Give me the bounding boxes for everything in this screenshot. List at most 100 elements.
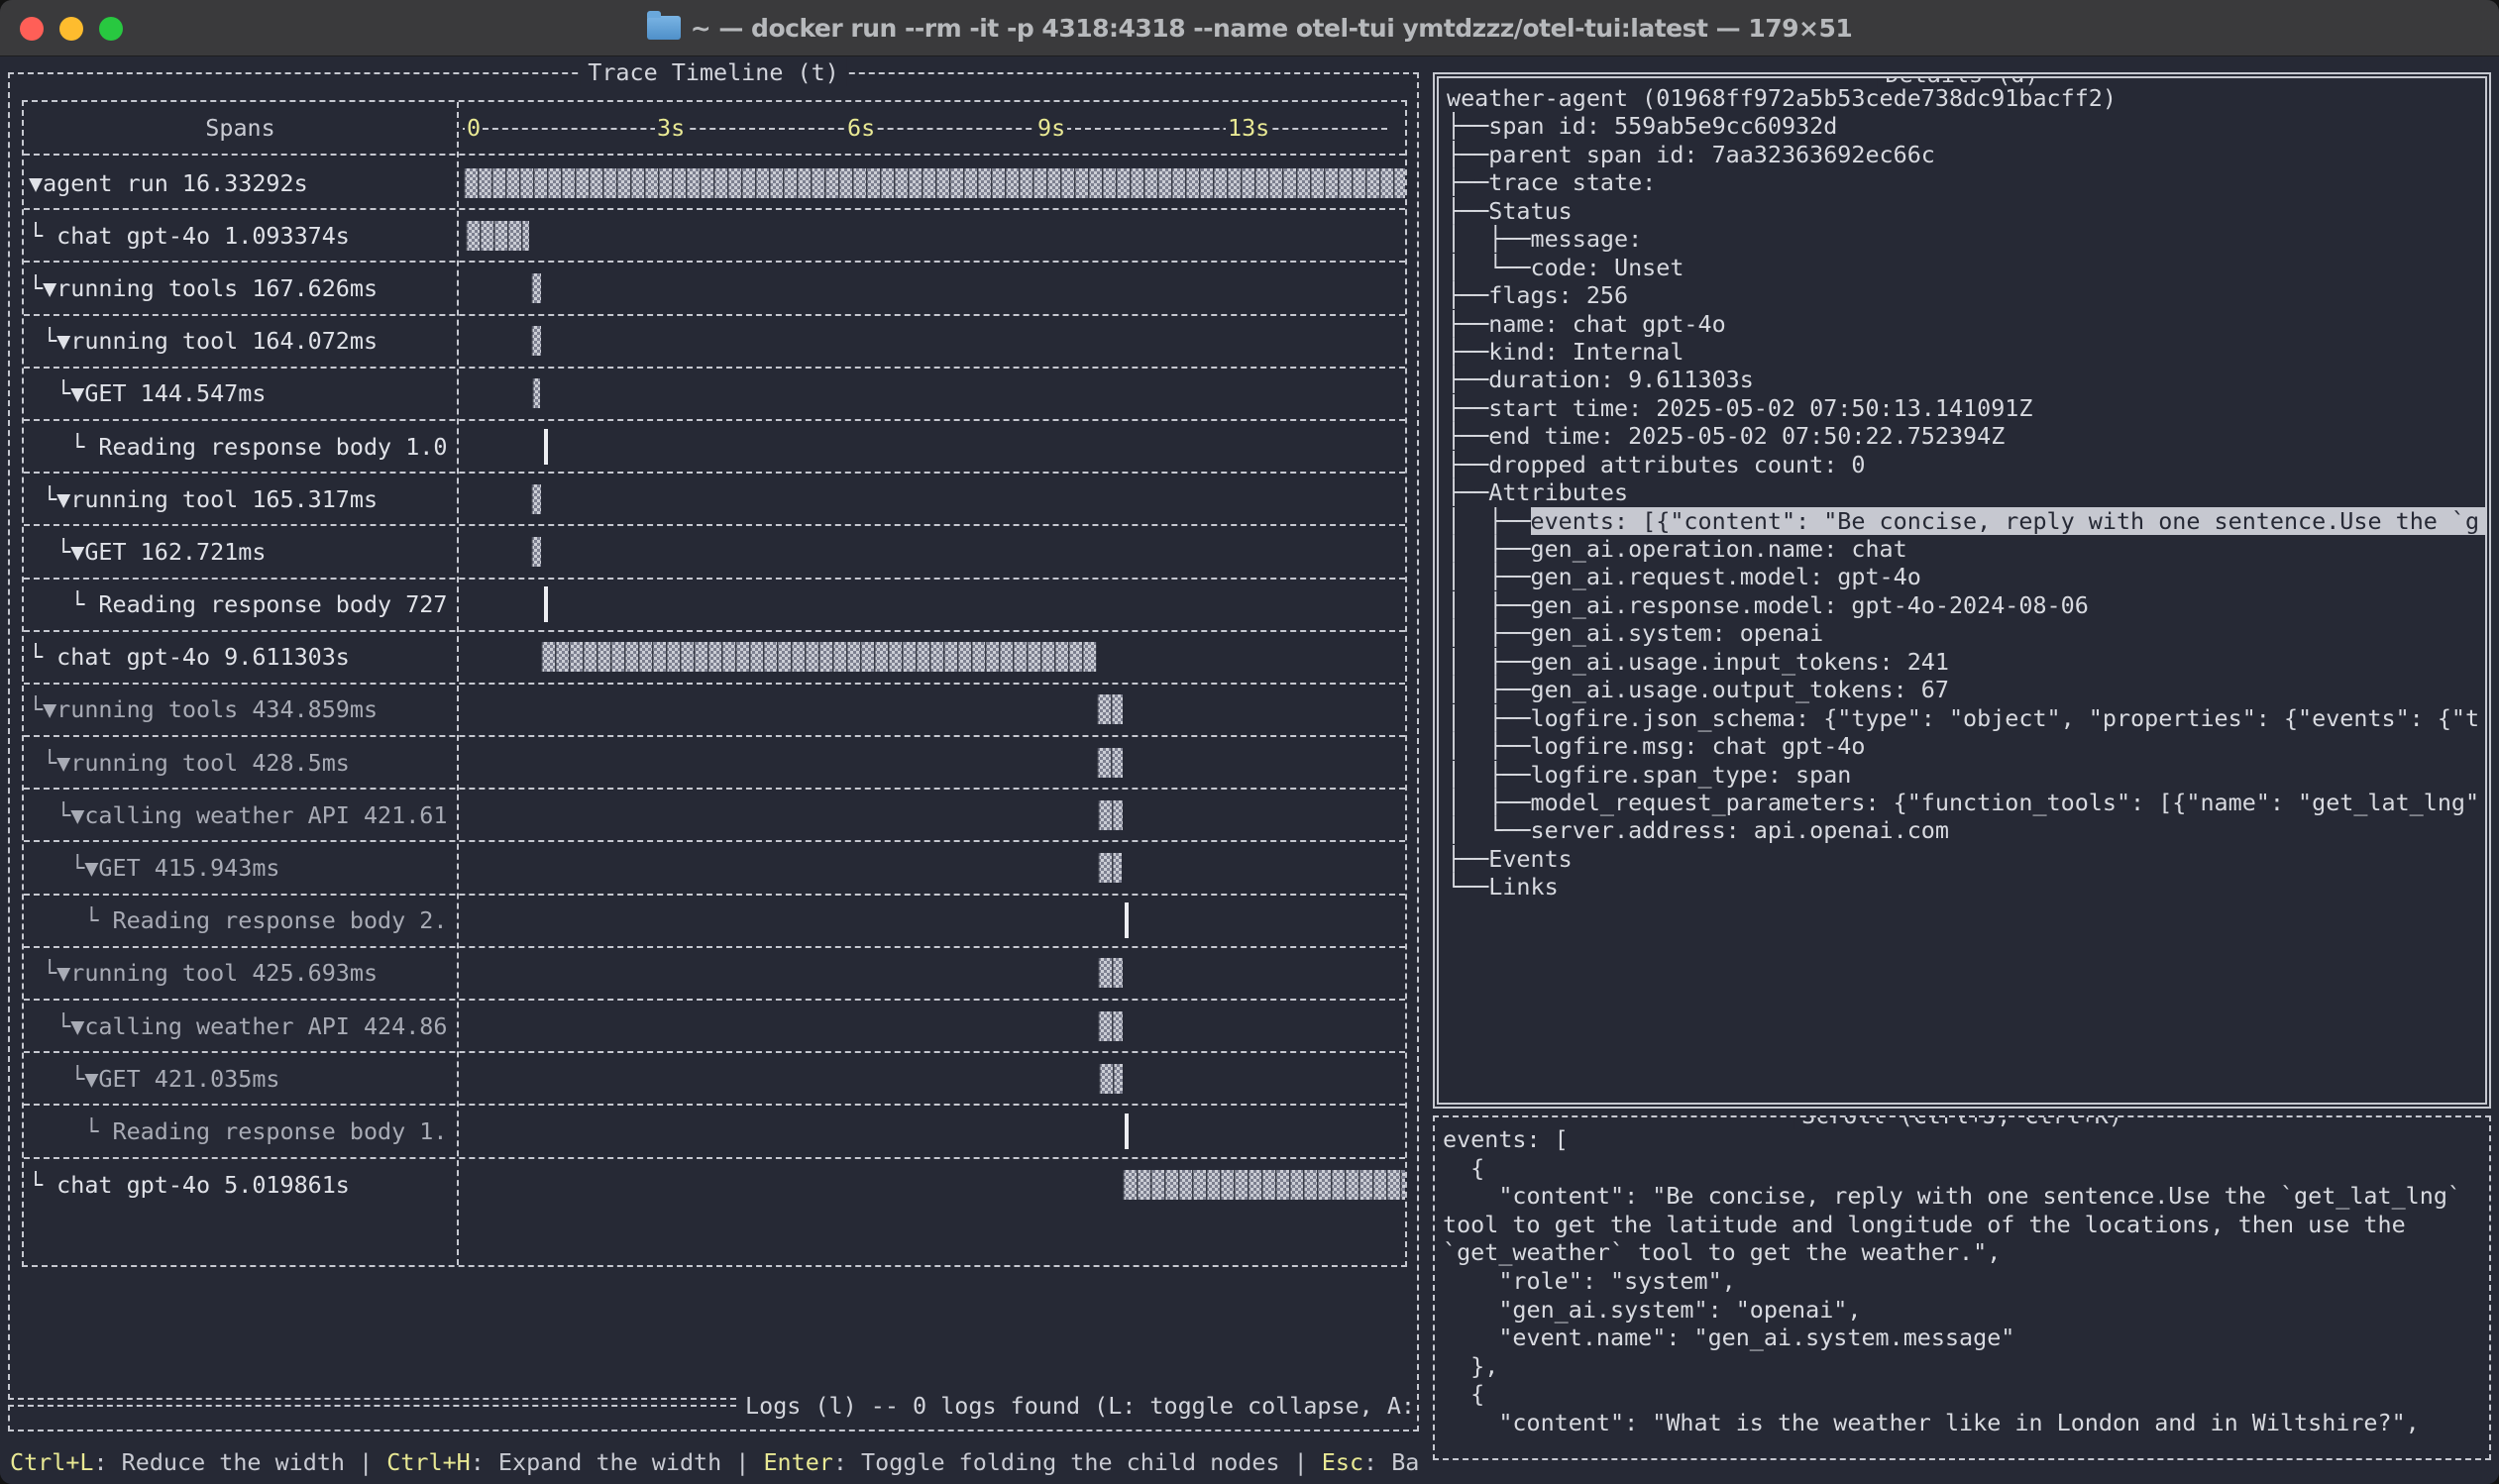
span-row[interactable]: └▼GET 144.547ms xyxy=(24,369,1405,421)
window-titlebar[interactable]: ~ — docker run --rm -it -p 4318:4318 --n… xyxy=(0,0,2499,56)
detail-line[interactable]: │ ├──gen_ai.usage.input_tokens: 241 xyxy=(1447,648,2485,676)
detail-line[interactable]: │ ├──gen_ai.operation.name: chat xyxy=(1447,535,2485,563)
span-label: └▼GET 421.035ms xyxy=(24,1065,457,1093)
span-duration-bar xyxy=(1097,694,1122,724)
detail-line[interactable]: ├──name: chat gpt-4o xyxy=(1447,310,2485,338)
keybinding-key: Enter xyxy=(763,1448,832,1476)
detail-line[interactable]: │ ├──gen_ai.request.model: gpt-4o xyxy=(1447,563,2485,590)
tree-branch-glyph: │ ├── xyxy=(1447,507,1531,535)
detail-line[interactable]: │ ├──gen_ai.response.model: gpt-4o-2024-… xyxy=(1447,591,2485,619)
zoom-button[interactable] xyxy=(99,17,123,41)
terminal-content: Trace Timeline (t) Spans 03s6s9s13s ▼age… xyxy=(0,56,2499,1484)
axis-tick-3s: 3s xyxy=(655,114,687,142)
traffic-lights xyxy=(20,0,123,56)
span-row[interactable]: └▼running tool 164.072ms xyxy=(24,316,1405,369)
detail-line[interactable]: ├──start time: 2025-05-02 07:50:13.14109… xyxy=(1447,394,2485,422)
detail-line[interactable]: ├──parent span id: 7aa32363692ec66c xyxy=(1447,141,2485,168)
details-panel[interactable]: Details (d) weather-agent (01968ff972a5b… xyxy=(1433,72,2491,1109)
span-label: └ Reading response body 2. xyxy=(24,906,457,934)
detail-line[interactable]: │ ├──model_request_parameters: {"functio… xyxy=(1447,789,2485,816)
span-label: └ chat gpt-4o 5.019861s xyxy=(24,1171,457,1199)
detail-line[interactable]: │ ├──logfire.json_schema: {"type": "obje… xyxy=(1447,704,2485,732)
detail-line[interactable]: ├──span id: 559ab5e9cc60932d xyxy=(1447,112,2485,140)
close-button[interactable] xyxy=(20,17,44,41)
span-duration-bar xyxy=(541,642,1097,672)
span-row[interactable]: └ chat gpt-4o 9.611303s xyxy=(24,632,1405,685)
detail-line[interactable]: ├──Attributes xyxy=(1447,478,2485,506)
minimize-button[interactable] xyxy=(59,17,83,41)
span-row[interactable]: ▼agent run 16.33292s xyxy=(24,158,1405,210)
span-row[interactable]: └▼running tools 167.626ms xyxy=(24,263,1405,315)
json-line: "gen_ai.system": "openai", xyxy=(1443,1296,2485,1325)
span-row[interactable]: └▼calling weather API 421.61 xyxy=(24,790,1405,842)
span-row[interactable]: └▼calling weather API 424.86 xyxy=(24,1001,1405,1053)
detail-line[interactable]: ├──trace state: xyxy=(1447,168,2485,196)
span-row[interactable]: └▼GET 162.721ms xyxy=(24,526,1405,579)
scroll-panel[interactable]: Scroll (Ctrl+J, Ctrl+K) events: [ { "con… xyxy=(1433,1115,2491,1460)
detail-line[interactable]: │ └──server.address: api.openai.com xyxy=(1447,816,2485,844)
detail-line[interactable]: │ └──code: Unset xyxy=(1447,254,2485,281)
keybinding-description: : Expand the width | xyxy=(471,1448,764,1476)
span-duration-bar xyxy=(531,273,541,303)
detail-line[interactable]: ├──duration: 9.611303s xyxy=(1447,366,2485,393)
span-label: └▼GET 415.943ms xyxy=(24,854,457,882)
spans-column-header: Spans xyxy=(24,102,457,154)
span-label: └ Reading response body 1.0 xyxy=(24,433,457,461)
json-line: "role": "system", xyxy=(1443,1267,2485,1296)
detail-line[interactable]: weather-agent (01968ff972a5b53cede738dc9… xyxy=(1447,84,2485,112)
detail-line[interactable]: └──Links xyxy=(1447,873,2485,901)
axis-tick-6s: 6s xyxy=(845,114,877,142)
json-line: "content": "What is the weather like in … xyxy=(1443,1409,2485,1437)
span-label: └▼calling weather API 421.61 xyxy=(24,801,457,829)
span-row[interactable]: └▼GET 421.035ms xyxy=(24,1053,1405,1106)
span-duration-bar xyxy=(1099,1064,1124,1094)
axis-tick-0: 0 xyxy=(465,114,483,142)
span-rows: ▼agent run 16.33292s └ chat gpt-4o 1.0933… xyxy=(24,158,1405,1212)
detail-line-selected[interactable]: │ ├──events: [{"content": "Be concise, r… xyxy=(1447,507,2485,535)
span-row[interactable]: └▼GET 415.943ms xyxy=(24,842,1405,895)
folder-icon xyxy=(647,16,681,40)
detail-line[interactable]: ├──Events xyxy=(1447,845,2485,873)
keybinding-description: : Toggle folding the child nodes | xyxy=(833,1448,1322,1476)
trace-timeline-title: Trace Timeline (t) xyxy=(580,58,846,86)
detail-line[interactable]: ├──flags: 256 xyxy=(1447,281,2485,309)
detail-line[interactable]: │ ├──gen_ai.usage.output_tokens: 67 xyxy=(1447,676,2485,703)
span-duration-bar xyxy=(1098,1011,1123,1041)
detail-line[interactable]: │ ├──logfire.span_type: span xyxy=(1447,761,2485,789)
detail-line[interactable]: ├──end time: 2025-05-02 07:50:22.752394Z xyxy=(1447,422,2485,450)
json-line: `get_weather` tool to get the weather.", xyxy=(1443,1238,2485,1267)
span-event-marker xyxy=(1125,1113,1129,1149)
span-row[interactable]: └▼running tool 428.5ms xyxy=(24,737,1405,790)
span-label: └▼running tool 165.317ms xyxy=(24,485,457,513)
detail-line[interactable]: │ ├──logfire.msg: chat gpt-4o xyxy=(1447,732,2485,760)
detail-line[interactable]: ├──kind: Internal xyxy=(1447,338,2485,366)
keybinding-description: : Ba xyxy=(1363,1448,1419,1476)
detail-line[interactable]: │ ├──message: xyxy=(1447,225,2485,253)
trace-timeline-panel[interactable]: Trace Timeline (t) Spans 03s6s9s13s ▼age… xyxy=(8,72,1419,1400)
span-row[interactable]: └▼running tools 434.859ms xyxy=(24,685,1405,737)
logs-panel[interactable]: Logs (l) -- 0 logs found (L: toggle coll… xyxy=(8,1405,1419,1431)
json-line: { xyxy=(1443,1154,2485,1183)
detail-line[interactable]: │ ├──gen_ai.system: openai xyxy=(1447,619,2485,647)
selected-attribute-text: events: [{"content": "Be concise, reply … xyxy=(1531,507,2486,535)
span-row[interactable]: └ chat gpt-4o 1.093374s xyxy=(24,210,1405,263)
detail-line[interactable]: ├──dropped attributes count: 0 xyxy=(1447,451,2485,478)
span-row[interactable]: └ Reading response body 1.0 xyxy=(24,421,1405,474)
span-duration-bar xyxy=(531,326,541,356)
span-row[interactable]: └▼running tool 425.693ms xyxy=(24,948,1405,1001)
details-tree: weather-agent (01968ff972a5b53cede738dc9… xyxy=(1447,84,2485,901)
span-row[interactable]: └ chat gpt-4o 5.019861s xyxy=(24,1159,1405,1212)
detail-line[interactable]: ├──Status xyxy=(1447,197,2485,225)
span-event-marker xyxy=(544,429,548,465)
span-row[interactable]: └ Reading response body 2. xyxy=(24,896,1405,948)
span-label: └▼running tools 167.626ms xyxy=(24,274,457,302)
span-duration-bar xyxy=(532,378,540,408)
span-row[interactable]: └▼running tool 165.317ms xyxy=(24,474,1405,526)
column-divider[interactable] xyxy=(457,102,459,1265)
json-line: events: [ xyxy=(1443,1125,2485,1154)
span-label: ▼agent run 16.33292s xyxy=(24,169,457,197)
span-row[interactable]: └ Reading response body 1. xyxy=(24,1106,1405,1158)
keybinding-key: Ctrl+H xyxy=(386,1448,471,1476)
span-row[interactable]: └ Reading response body 727 xyxy=(24,580,1405,632)
span-label: └▼calling weather API 424.86 xyxy=(24,1012,457,1040)
